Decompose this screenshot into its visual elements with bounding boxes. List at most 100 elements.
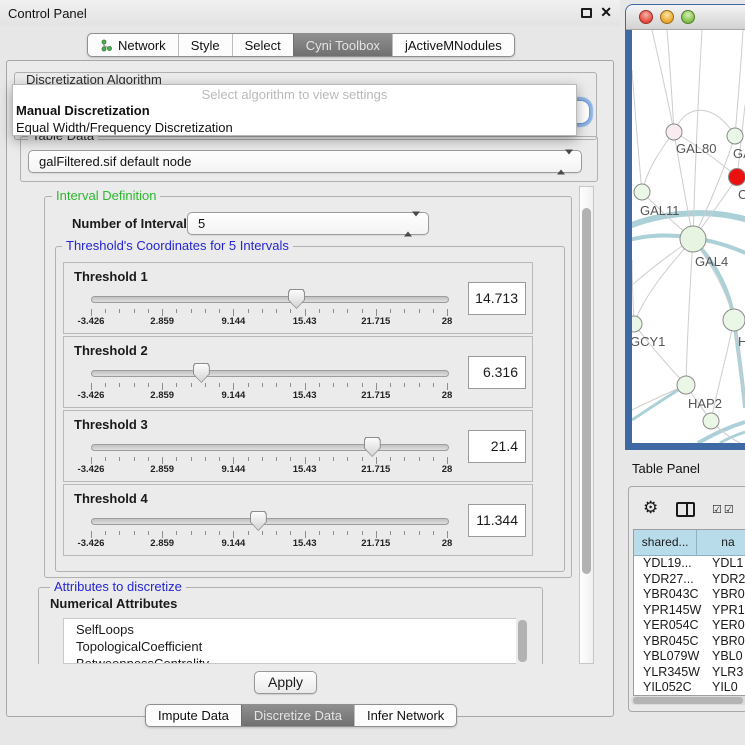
- table-row[interactable]: YDL19...YDL1: [634, 556, 745, 572]
- table-cell-shared-name[interactable]: YER054C: [634, 618, 706, 634]
- table-column-header-1[interactable]: shared...: [634, 530, 697, 556]
- table-cell-shared-name[interactable]: YBL079W: [634, 649, 706, 665]
- close-traffic-light-icon[interactable]: [639, 10, 653, 24]
- threshold-slider-thumb[interactable]: [250, 511, 267, 531]
- threshold-value-field[interactable]: 21.4: [468, 430, 526, 463]
- network-canvas[interactable]: GAL80GACGAL11GAL4HGCY1HAP2: [632, 30, 745, 443]
- threshold-slider-track[interactable]: [91, 518, 449, 525]
- slider-tick: [447, 457, 448, 464]
- network-view-window: GAL80GACGAL11GAL4HGCY1HAP2: [625, 4, 745, 450]
- slider-tick: [404, 457, 405, 461]
- node-gal4[interactable]: [680, 226, 706, 252]
- zoom-traffic-light-icon[interactable]: [681, 10, 695, 24]
- node-right-mid[interactable]: [723, 309, 745, 331]
- table-cell-name[interactable]: YLR3: [706, 665, 743, 681]
- tab-label: Discretize Data: [254, 708, 342, 723]
- table-horizontal-scrollbar[interactable]: [631, 696, 745, 705]
- table-cell-name[interactable]: YER0: [706, 618, 745, 634]
- table-row[interactable]: YBR045CYBR0: [634, 634, 745, 650]
- table-cell-name[interactable]: YBL0: [706, 649, 743, 665]
- table-cell-shared-name[interactable]: YPR145W: [634, 603, 706, 619]
- table-cell-name[interactable]: YBR0: [706, 634, 745, 650]
- node-top-right[interactable]: [727, 128, 743, 144]
- table-cell-shared-name[interactable]: YDR27...: [634, 572, 706, 588]
- minimize-traffic-light-icon[interactable]: [660, 10, 674, 24]
- algorithm-option-equal-width-frequency-discretization[interactable]: Equal Width/Frequency Discretization: [16, 120, 233, 135]
- attribute-item-selfloops[interactable]: SelfLoops: [64, 621, 516, 638]
- table-cell-name[interactable]: YBR0: [706, 587, 745, 603]
- tab-select[interactable]: Select: [232, 34, 293, 56]
- node-hap2[interactable]: [677, 376, 695, 394]
- numerical-attributes-list[interactable]: SelfLoopsTopologicalCoefficientBetweenne…: [63, 618, 516, 664]
- threshold-slider-track[interactable]: [91, 444, 449, 451]
- table-row[interactable]: YER054CYER0: [634, 618, 745, 634]
- threshold-slider-thumb[interactable]: [364, 437, 381, 457]
- slider-tick: [248, 457, 249, 461]
- slider-tick: [91, 457, 92, 464]
- table-row[interactable]: YDR27...YDR2: [634, 572, 745, 588]
- tab-discretize-data[interactable]: Discretize Data: [241, 705, 354, 726]
- select-columns-checkboxes-icon[interactable]: ☑☑: [712, 503, 736, 516]
- table-row[interactable]: YIL052CYIL0: [634, 680, 745, 696]
- algorithm-option-manual-discretization[interactable]: Manual Discretization: [16, 103, 150, 118]
- slider-tick: [404, 309, 405, 313]
- table-row[interactable]: YLR345WYLR3: [634, 665, 745, 681]
- table-cell-name[interactable]: YDL1: [706, 556, 743, 572]
- table-row[interactable]: YBR043CYBR0: [634, 587, 745, 603]
- table-cell-shared-name[interactable]: YBR045C: [634, 634, 706, 650]
- threshold-value-field[interactable]: 11.344: [468, 504, 526, 537]
- threshold-slider-track[interactable]: [91, 296, 449, 303]
- attributes-list-scrollbar[interactable]: [518, 620, 527, 662]
- slider-tick: [148, 309, 149, 313]
- network-graph[interactable]: GAL80GACGAL11GAL4HGCY1HAP2: [632, 30, 745, 443]
- tab-style[interactable]: Style: [178, 34, 232, 56]
- node-bottom[interactable]: [703, 413, 719, 429]
- table-row[interactable]: YPR145WYPR1: [634, 603, 745, 619]
- table-cell-name[interactable]: YIL0: [706, 680, 738, 696]
- apply-button[interactable]: Apply: [254, 671, 317, 694]
- table-data-combobox[interactable]: galFiltered.sif default node: [28, 150, 582, 173]
- tab-cyni-toolbox[interactable]: Cyni Toolbox: [293, 34, 392, 56]
- node-red[interactable]: [729, 169, 745, 186]
- number-of-intervals-combobox[interactable]: 5: [187, 212, 429, 235]
- threshold-title: Threshold 3: [74, 417, 148, 432]
- threshold-slider-track[interactable]: [91, 370, 449, 377]
- table-cell-name[interactable]: YDR2: [706, 572, 745, 588]
- slider-tick: [248, 309, 249, 313]
- slider-tick: [162, 531, 163, 538]
- table-cell-shared-name[interactable]: YIL052C: [634, 680, 706, 696]
- tab-impute-data[interactable]: Impute Data: [146, 705, 241, 726]
- node-label-gcy1: GCY1: [632, 334, 665, 349]
- table-cell-shared-name[interactable]: YLR345W: [634, 665, 706, 681]
- attribute-item-topologicalcoefficient[interactable]: TopologicalCoefficient: [64, 638, 516, 655]
- node-gal11[interactable]: [634, 184, 650, 200]
- settings-scrollbar-thumb[interactable]: [582, 208, 591, 574]
- slider-tick-label: -3.426: [78, 538, 105, 549]
- gear-icon[interactable]: ⚙: [643, 498, 658, 518]
- attribute-item-betweennesscentrality[interactable]: BetweennessCentrality: [64, 655, 516, 664]
- split-columns-icon[interactable]: [676, 502, 695, 517]
- table-cell-shared-name[interactable]: YDL19...: [634, 556, 706, 572]
- table-row[interactable]: YBL079WYBL0: [634, 649, 745, 665]
- threshold-slider-thumb[interactable]: [193, 363, 210, 383]
- tab-network[interactable]: Network: [88, 34, 178, 56]
- threshold-slider-thumb[interactable]: [288, 289, 305, 309]
- slider-tick: [419, 457, 420, 461]
- threshold-value-field[interactable]: 14.713: [468, 282, 526, 315]
- node-gcy1[interactable]: [632, 316, 642, 332]
- float-window-icon[interactable]: [581, 8, 592, 18]
- slider-tick: [233, 309, 234, 316]
- tab-infer-network[interactable]: Infer Network: [354, 705, 456, 726]
- node-gal80[interactable]: [666, 124, 682, 140]
- slider-tick: [176, 457, 177, 461]
- threshold-value-field[interactable]: 6.316: [468, 356, 526, 389]
- slider-tick: [319, 457, 320, 461]
- close-icon[interactable]: ✕: [600, 4, 612, 21]
- table-cell-shared-name[interactable]: YBR043C: [634, 587, 706, 603]
- table-horizontal-scrollbar-thumb[interactable]: [633, 697, 743, 704]
- table-cell-name[interactable]: YPR1: [706, 603, 745, 619]
- settings-scrollbar[interactable]: [579, 186, 594, 664]
- table-column-header-2[interactable]: na: [697, 530, 745, 556]
- tab-label: Impute Data: [158, 708, 229, 723]
- tab-jactivemnodules[interactable]: jActiveMNodules: [392, 34, 514, 56]
